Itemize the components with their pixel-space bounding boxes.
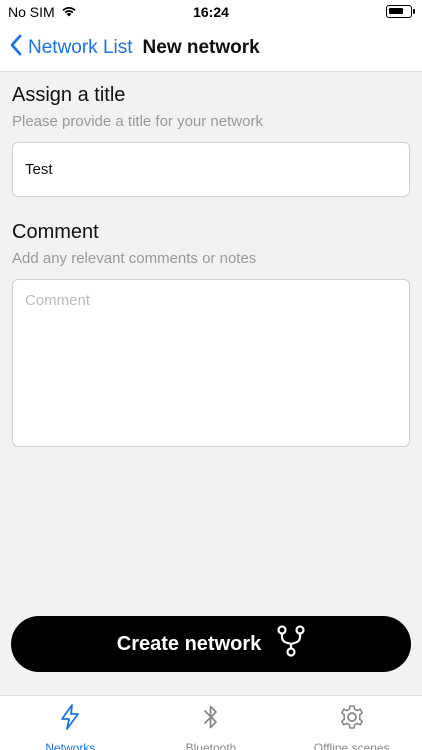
comment-heading: Comment (12, 221, 99, 243)
battery-fill (389, 8, 403, 14)
tab-bar: Networks Bluetooth Offline scenes (0, 695, 422, 750)
back-button-label: Network List (28, 36, 133, 58)
title-section: Assign a title Please provide a title fo… (12, 84, 410, 197)
bluetooth-icon (200, 704, 222, 735)
nav-bar: Network List New network (0, 24, 422, 72)
lightning-icon (59, 704, 81, 735)
create-network-label: Create network (116, 632, 262, 655)
create-network-button[interactable]: Create network (11, 616, 411, 672)
comment-section: Comment Add any relevant comments or not… (12, 221, 410, 452)
title-input[interactable] (12, 142, 410, 197)
page-title: New network (142, 36, 260, 58)
tab-bluetooth-label: Bluetooth (185, 741, 237, 750)
tab-bluetooth[interactable]: Bluetooth (141, 696, 282, 750)
tab-offline-scenes[interactable]: Offline scenes (281, 696, 422, 750)
title-heading: Assign a title (12, 84, 126, 106)
chevron-left-icon (10, 34, 22, 62)
comment-textarea[interactable] (12, 279, 410, 447)
new-network-form: Assign a title Please provide a title fo… (12, 84, 410, 452)
tab-offline-scenes-label: Offline scenes (313, 741, 390, 750)
comment-hint: Add any relevant comments or notes (12, 250, 257, 267)
back-button[interactable]: Network List (10, 34, 133, 62)
tab-networks[interactable]: Networks (0, 696, 141, 750)
status-bar: No SIM 16:24 (0, 0, 422, 24)
battery-icon (386, 5, 415, 18)
fork-icon (277, 625, 305, 663)
status-time: 16:24 (193, 4, 229, 20)
title-hint: Please provide a title for your network (12, 113, 263, 130)
gear-icon (339, 704, 365, 735)
tab-networks-label: Networks (45, 741, 96, 750)
